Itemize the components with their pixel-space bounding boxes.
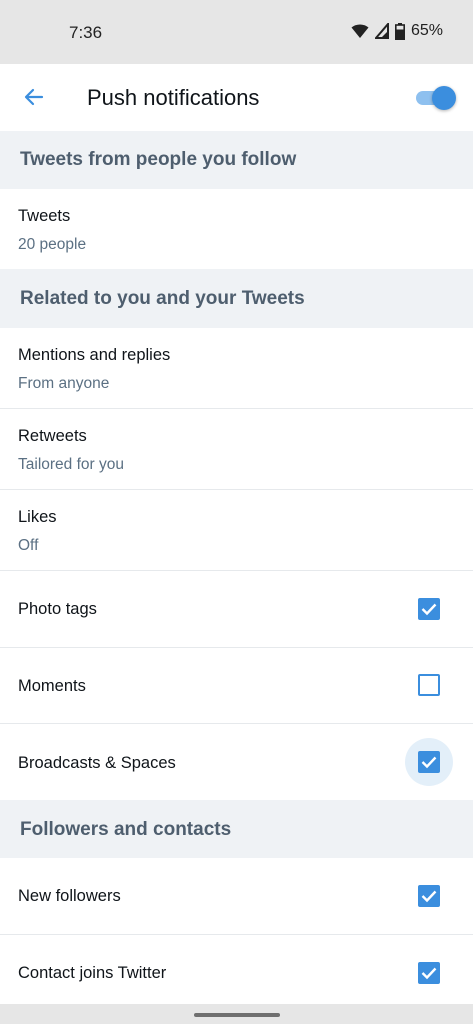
section-title: Related to you and your Tweets [20,288,305,309]
row-title: Likes [18,508,57,526]
push-notifications-toggle[interactable] [414,85,458,111]
setting-row-likes[interactable]: Likes Off [0,490,473,571]
row-subtitle: Tailored for you [18,456,124,473]
row-title: Mentions and replies [18,346,171,364]
row-title: Moments [18,677,86,695]
setting-row-contact-joins[interactable]: Contact joins Twitter [0,935,473,1004]
status-bar: 7:36 65% [0,0,473,64]
setting-row-tweets[interactable]: Tweets 20 people [0,189,473,269]
setting-row-photo-tags[interactable]: Photo tags [0,571,473,648]
row-title: Contact joins Twitter [18,964,167,982]
photo-tags-checkbox[interactable] [418,598,440,620]
home-gesture-handle[interactable] [194,1013,280,1017]
section-title: Followers and contacts [20,819,232,840]
system-nav-bar [0,1004,473,1024]
battery-percent: 65% [410,22,443,39]
app-header: Push notifications [0,64,473,132]
row-title: New followers [18,887,121,905]
row-subtitle: 20 people [18,236,87,253]
status-time: 7:36 [69,23,103,42]
setting-row-new-followers[interactable]: New followers [0,858,473,935]
row-title: Retweets [18,427,87,445]
cell-signal-icon [374,23,389,39]
section-title: Tweets from people you follow [20,149,297,170]
row-title: Broadcasts & Spaces [18,754,176,772]
check-icon [421,967,437,980]
setting-row-broadcasts[interactable]: Broadcasts & Spaces [0,724,473,800]
row-subtitle: From anyone [18,375,110,392]
section-header-related: Related to you and your Tweets [0,269,473,328]
section-header-followers: Followers and contacts [0,800,473,858]
new-followers-checkbox[interactable] [418,885,440,907]
moments-checkbox[interactable] [418,674,440,696]
wifi-icon [351,24,369,38]
contact-joins-checkbox[interactable] [418,962,440,984]
setting-row-retweets[interactable]: Retweets Tailored for you [0,409,473,490]
setting-row-mentions[interactable]: Mentions and replies From anyone [0,328,473,409]
arrow-left-icon[interactable] [22,85,46,109]
row-title: Photo tags [18,600,97,618]
check-icon [421,756,437,769]
battery-icon [394,22,405,40]
section-header-follow: Tweets from people you follow [0,131,473,189]
row-title: Tweets [18,207,71,225]
setting-row-moments[interactable]: Moments [0,648,473,724]
toggle-thumb [432,86,456,110]
row-subtitle: Off [18,537,39,554]
status-icons: 65% [351,22,443,40]
check-icon [421,890,437,903]
broadcasts-checkbox[interactable] [418,751,440,773]
check-icon [421,603,437,616]
page-title: Push notifications [87,85,260,110]
